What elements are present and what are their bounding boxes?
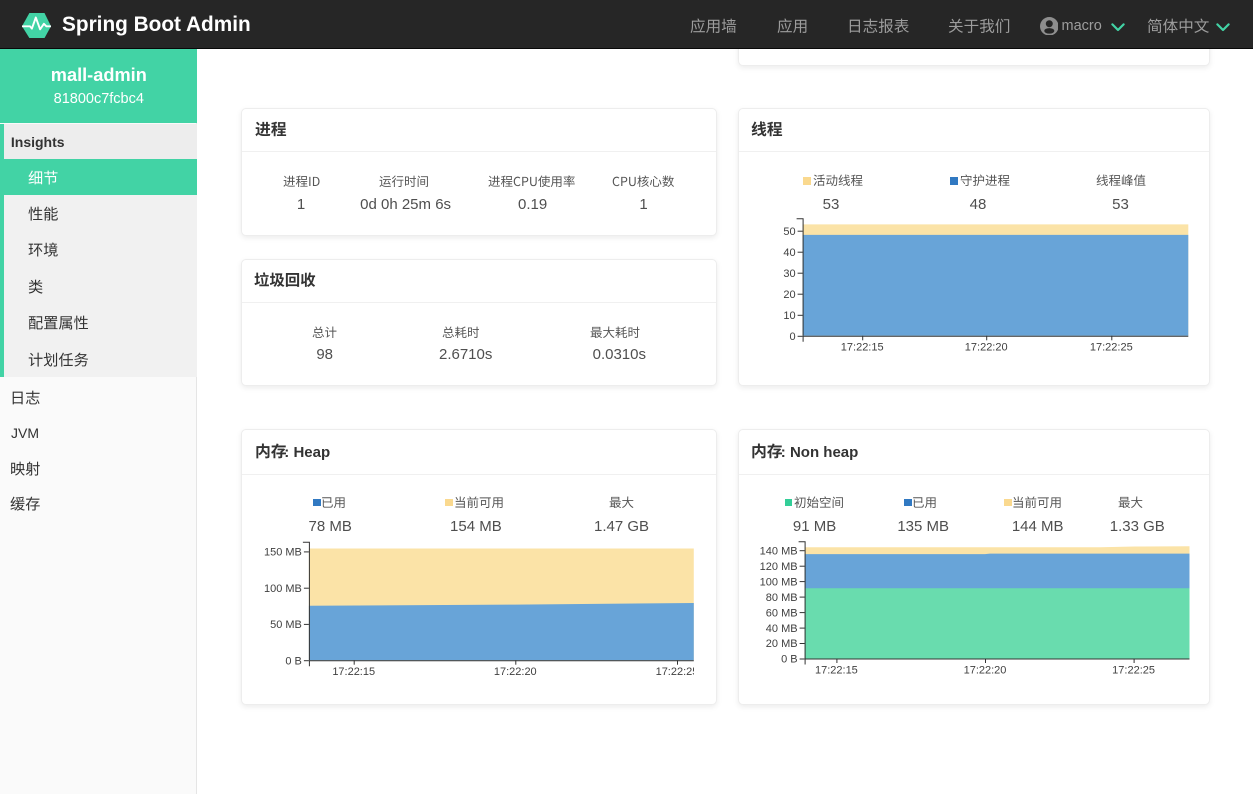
svg-text:17:22:20: 17:22:20 — [965, 342, 1008, 354]
svg-text:17:22:25: 17:22:25 — [1090, 342, 1133, 354]
svg-text:17:22:20: 17:22:20 — [964, 664, 1007, 676]
svg-text:50: 50 — [783, 226, 795, 238]
svg-text:17:22:25: 17:22:25 — [656, 666, 694, 677]
svg-text:10: 10 — [783, 310, 795, 322]
svg-text:0 B: 0 B — [781, 654, 798, 666]
svg-text:20: 20 — [783, 289, 795, 301]
svg-text:0: 0 — [789, 331, 795, 343]
svg-text:17:22:20: 17:22:20 — [494, 666, 537, 677]
svg-text:100 MB: 100 MB — [760, 576, 798, 588]
svg-text:50 MB: 50 MB — [270, 619, 302, 631]
svg-text:17:22:15: 17:22:15 — [332, 666, 375, 677]
svg-text:40 MB: 40 MB — [766, 623, 798, 635]
svg-text:40: 40 — [783, 247, 795, 259]
svg-text:80 MB: 80 MB — [766, 592, 798, 604]
svg-text:17:22:15: 17:22:15 — [841, 342, 884, 354]
svg-text:30: 30 — [783, 268, 795, 280]
svg-text:150 MB: 150 MB — [264, 547, 302, 559]
svg-text:17:22:25: 17:22:25 — [1112, 664, 1155, 676]
svg-text:60 MB: 60 MB — [766, 607, 798, 619]
svg-text:20 MB: 20 MB — [766, 638, 798, 650]
svg-text:140 MB: 140 MB — [760, 545, 798, 557]
svg-text:100 MB: 100 MB — [264, 583, 302, 595]
svg-text:0 B: 0 B — [285, 655, 302, 667]
svg-text:120 MB: 120 MB — [760, 561, 798, 573]
svg-text:17:22:15: 17:22:15 — [815, 664, 858, 676]
